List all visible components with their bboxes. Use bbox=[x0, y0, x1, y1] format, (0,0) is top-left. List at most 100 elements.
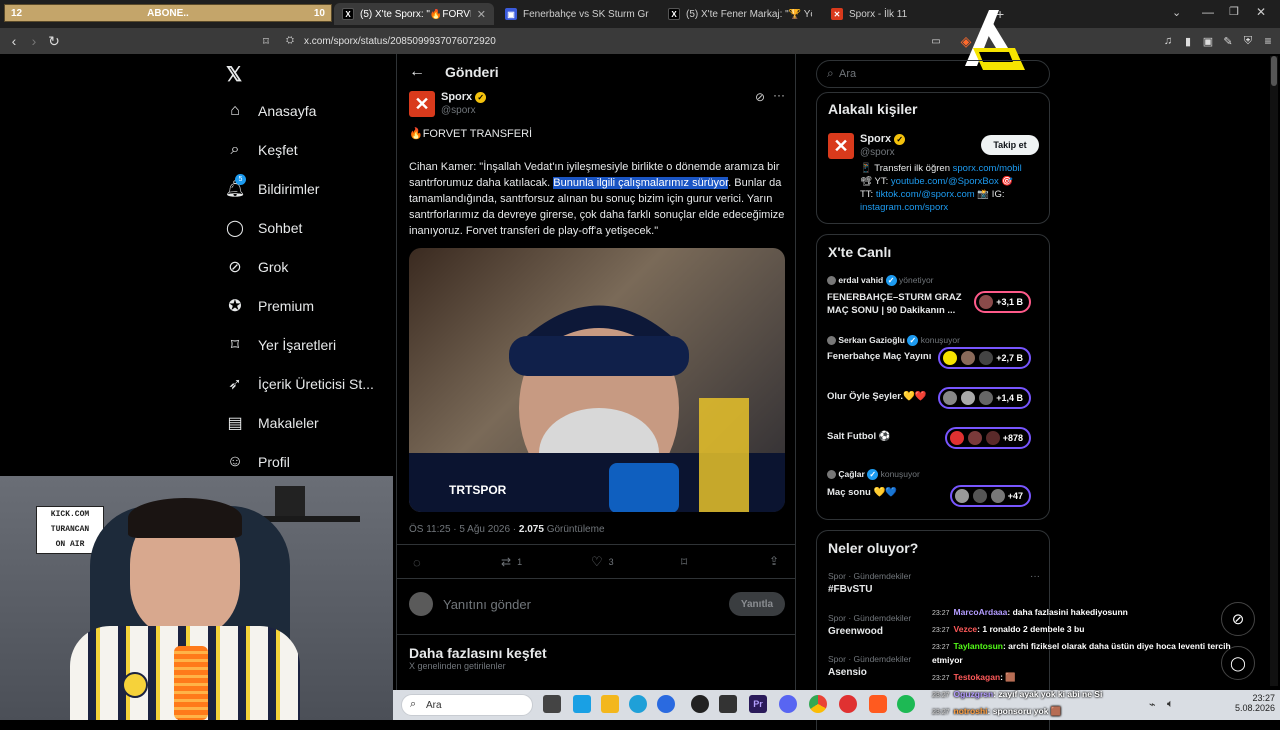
media-icon[interactable]: ♫ bbox=[1160, 33, 1176, 49]
nav-creator-studio[interactable]: ➶ İçerik Üreticisi St... bbox=[226, 375, 374, 393]
x-home-logo-icon[interactable]: 𝕏 bbox=[226, 62, 242, 87]
url-text: x.com/sporx/status/2085099937076072920 bbox=[304, 35, 496, 47]
chrome-icon[interactable] bbox=[809, 695, 827, 713]
grok-float-icon[interactable]: ⊘ bbox=[1221, 602, 1255, 636]
grok-explain-icon[interactable]: ⊘ bbox=[755, 90, 765, 104]
store-icon[interactable] bbox=[573, 695, 591, 713]
scrollbar-thumb[interactable] bbox=[1271, 56, 1277, 86]
clock[interactable]: 23:27 5.08.2026 bbox=[1223, 693, 1275, 713]
retweet-icon: ⇄ bbox=[501, 555, 512, 569]
author-avatar[interactable]: ✕ bbox=[409, 91, 435, 117]
post-video[interactable]: TRTSPOR bbox=[409, 248, 785, 512]
space-title: FENERBAHÇE–STURM GRAZ MAÇ SONU | 90 Daki… bbox=[827, 292, 962, 316]
nav-label: Makaleler bbox=[258, 415, 319, 431]
live-space-item[interactable]: erdal vahid ✓ yönetiyor FENERBAHÇE–STURM… bbox=[827, 275, 1041, 325]
sporx-icon: ✕ bbox=[831, 8, 843, 20]
photos-icon[interactable] bbox=[657, 695, 675, 713]
tab-fener-markaj[interactable]: X (5) X'te Fener Markaj: "🏆 Yöneticim bbox=[660, 3, 820, 25]
tab-list-icon[interactable]: ⌄ bbox=[1172, 6, 1181, 19]
related-title: Alakalı kişiler bbox=[828, 101, 918, 117]
menu-icon[interactable]: ≡ bbox=[1260, 33, 1276, 49]
volume-icon[interactable]: 🔈︎ bbox=[1167, 698, 1174, 711]
nav-label: Profil bbox=[258, 454, 290, 470]
bio-link[interactable]: instagram.com/sporx bbox=[860, 202, 948, 213]
reply-input[interactable]: Yanıtını gönder bbox=[443, 597, 531, 612]
nav-profile[interactable]: ☺ Profil bbox=[226, 453, 290, 471]
vpn-icon[interactable]: ⛨ bbox=[1240, 33, 1256, 49]
bio-link[interactable]: sporx.com/mobil bbox=[953, 163, 1022, 174]
premiere-icon[interactable]: Pr bbox=[749, 695, 767, 713]
messages-float-icon[interactable]: ◯ bbox=[1221, 646, 1255, 680]
spotify-icon[interactable] bbox=[897, 695, 915, 713]
chat-user: Vezce bbox=[953, 624, 978, 634]
back-arrow-icon[interactable]: ← bbox=[409, 63, 425, 81]
host-avatar bbox=[827, 470, 836, 480]
bio-link[interactable]: tiktok.com/@sporx.com bbox=[876, 189, 975, 200]
more-options-icon[interactable]: ··· bbox=[1030, 571, 1040, 582]
verified-badge-icon: ✓ bbox=[885, 275, 897, 287]
live-space-item[interactable]: Salt Futbol ⚽ +878 bbox=[827, 425, 1041, 455]
related-avatar[interactable]: ✕ bbox=[828, 133, 854, 159]
back-icon[interactable]: ‹ bbox=[6, 33, 22, 49]
tab-sporx-post[interactable]: X (5) X'te Sporx: "🔥FORVET TRAN ✕ bbox=[334, 3, 494, 25]
divider bbox=[397, 544, 795, 545]
related-name-row[interactable]: Sporx ✓ bbox=[860, 133, 906, 145]
bookmark-post-icon[interactable]: ⌑ bbox=[681, 555, 687, 569]
task-view-icon[interactable] bbox=[543, 695, 561, 713]
bio-link[interactable]: youtube.com/@SporxBox bbox=[891, 176, 999, 187]
url-field[interactable]: ⛭ x.com/sporx/status/2085099937076072920 bbox=[280, 32, 940, 50]
capcut-icon[interactable] bbox=[719, 695, 737, 713]
network-icon[interactable]: ⌁ bbox=[1149, 698, 1156, 711]
share-icon[interactable]: ⇪ bbox=[769, 554, 779, 568]
minimize-icon[interactable]: — bbox=[1202, 5, 1214, 19]
nav-grok[interactable]: ⊘ Grok bbox=[226, 258, 288, 276]
nav-bookmarks[interactable]: ⌑ Yer İşaretleri bbox=[226, 336, 336, 354]
site-info-icon[interactable]: ⛭ bbox=[286, 35, 294, 46]
edge-icon[interactable] bbox=[629, 695, 647, 713]
more-options-icon[interactable]: ··· bbox=[773, 88, 785, 102]
listener-avatar bbox=[978, 294, 995, 310]
live-space-item[interactable]: Olur Öyle Şeyler.💛❤️ +1,4 B bbox=[827, 385, 1041, 415]
premium-icon: ✪ bbox=[228, 298, 242, 315]
trend-item[interactable]: Spor · Gündemdekiler #FBvSTU ··· bbox=[828, 571, 1040, 595]
nav-notifications[interactable]: 🔔︎ 5 Bildirimler bbox=[225, 174, 319, 198]
brave-icon[interactable] bbox=[869, 695, 887, 713]
search-icon: ⌕ bbox=[827, 66, 834, 80]
nav-label: Grok bbox=[258, 259, 289, 275]
search-input[interactable]: ⌕ Ara bbox=[816, 60, 1050, 88]
extensions-icon[interactable]: ✎ bbox=[1220, 33, 1236, 49]
file-explorer-icon[interactable] bbox=[601, 695, 619, 713]
live-space-item[interactable]: Serkan Gazioğlu ✓ konuşuyor Fenerbahçe M… bbox=[827, 335, 1041, 375]
app-red-icon[interactable] bbox=[839, 695, 857, 713]
tab-livescore[interactable]: ▣ Fenerbahçe vs SK Sturm Graz live sco bbox=[497, 3, 657, 25]
discord-icon[interactable] bbox=[779, 695, 797, 713]
wallet-icon[interactable]: ▣ bbox=[1200, 33, 1216, 49]
close-icon[interactable]: ✕ bbox=[477, 8, 486, 21]
follow-button[interactable]: Takip et bbox=[981, 135, 1039, 155]
live-space-item[interactable]: Çağlar ✓ konuşuyor Maç sonu 💛💙 +47 bbox=[827, 469, 1041, 509]
bookmark-page-icon[interactable]: ⌑ bbox=[258, 33, 274, 49]
retweet-button[interactable]: ⇄ 1 bbox=[501, 555, 522, 569]
nav-articles[interactable]: ▤ Makaleler bbox=[226, 414, 319, 432]
close-window-icon[interactable]: ✕ bbox=[1256, 5, 1266, 19]
reply-submit-button[interactable]: Yanıtla bbox=[729, 592, 785, 616]
host-role: yönetiyor bbox=[899, 275, 934, 285]
screen-icon[interactable]: ▭ bbox=[928, 33, 944, 49]
maximize-icon[interactable]: ❐ bbox=[1229, 5, 1239, 18]
nav-chat[interactable]: ◯ Sohbet bbox=[226, 219, 302, 237]
overlay-label: ABONE.. bbox=[147, 7, 189, 19]
like-button[interactable]: ♡ 3 bbox=[591, 554, 614, 570]
page-scrollbar[interactable] bbox=[1270, 56, 1278, 686]
author-name-row[interactable]: Sporx ✓ bbox=[441, 91, 487, 103]
nav-home[interactable]: ⌂ Anasayfa bbox=[226, 102, 316, 120]
nav-explore[interactable]: ⌕ Keşfet bbox=[226, 141, 298, 159]
obs-icon[interactable] bbox=[691, 695, 709, 713]
taskbar-search[interactable]: ⌕ Ara bbox=[401, 694, 533, 716]
reply-icon[interactable]: ◌ bbox=[413, 555, 421, 570]
related-handle: @sporx bbox=[860, 147, 895, 158]
nav-premium[interactable]: ✪ Premium bbox=[226, 297, 314, 315]
sidebar-icon[interactable]: ▮ bbox=[1180, 33, 1196, 49]
listener-count: +1,4 B bbox=[996, 393, 1023, 403]
forward-icon[interactable]: › bbox=[26, 33, 42, 49]
reload-icon[interactable]: ↻ bbox=[46, 33, 62, 49]
